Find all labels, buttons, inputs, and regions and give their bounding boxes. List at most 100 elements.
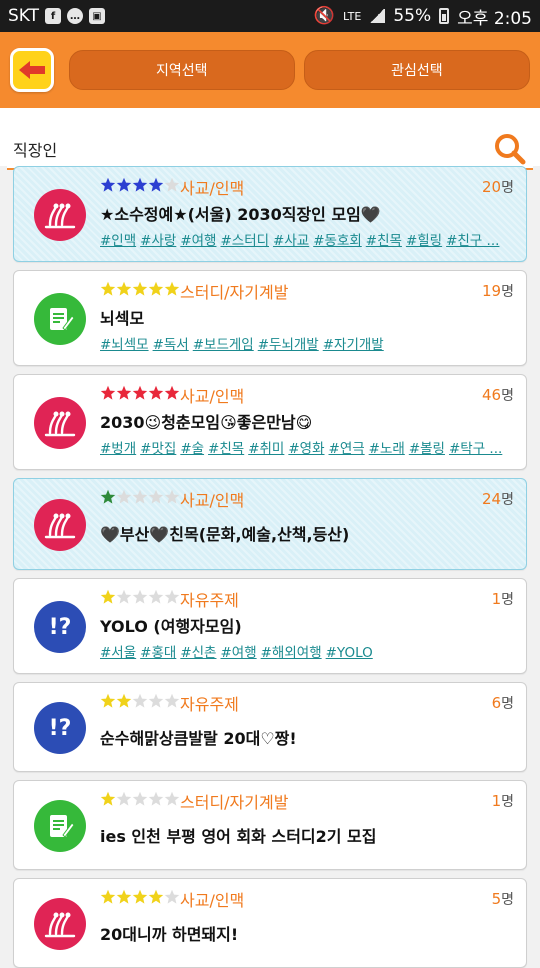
rating-stars <box>100 281 180 297</box>
rating-stars <box>100 489 180 505</box>
free-topic-icon: !? <box>34 601 86 653</box>
member-count-unit: 명 <box>501 492 514 508</box>
member-count: 1명 <box>492 589 514 609</box>
social-category-icon <box>34 499 86 551</box>
back-button[interactable] <box>10 48 54 92</box>
rating-stars <box>100 693 180 709</box>
category-label: 자유주제 <box>180 695 239 714</box>
group-title: YOLO (여행자모임) <box>100 617 242 636</box>
member-count-unit: 명 <box>501 892 514 908</box>
member-count-number: 46 <box>482 386 502 404</box>
group-card[interactable]: !? 자유주제 1명 YOLO (여행자모임) #서울 #홍대 #신촌 #여행 #해외여행 #YO… <box>13 578 527 674</box>
tag-link[interactable]: #친목 <box>208 441 244 457</box>
study-category-icon <box>34 800 86 852</box>
member-count-unit: 명 <box>501 284 514 300</box>
tag-link[interactable]: #사랑 <box>140 233 176 249</box>
tag-link[interactable]: #서울 <box>100 645 136 661</box>
tag-link[interactable]: #맛집 <box>140 441 176 457</box>
tag-link[interactable]: #벙개 <box>100 441 136 457</box>
category-label: 사교/인맥 <box>180 387 245 406</box>
category-label: 스터디/자기계발 <box>180 793 289 812</box>
social-category-icon <box>34 397 86 449</box>
study-category-icon <box>34 293 86 345</box>
battery-icon <box>439 8 450 24</box>
tag-link[interactable]: #해외여행 <box>261 645 322 661</box>
facebook-icon: f <box>45 8 62 24</box>
group-card[interactable]: 사교/인맥 5명 20대니까 하면돼지! <box>13 878 527 968</box>
tag-link[interactable]: #독서 <box>153 337 189 353</box>
member-count: 24명 <box>482 489 514 509</box>
tag-link[interactable]: #보드게임 <box>193 337 254 353</box>
tag-link[interactable]: #동호회 <box>313 233 362 249</box>
tag-link[interactable]: #자기개발 <box>323 337 384 353</box>
search-bar: 직장인 <box>7 130 533 170</box>
group-title: ★소수정예★(서울) 2030직장인 모임🖤 <box>100 205 381 224</box>
tag-link[interactable]: #신촌 <box>180 645 216 661</box>
arrow-left-icon <box>18 61 45 79</box>
tag-link[interactable]: #탁구 ... <box>449 441 502 457</box>
tag-link[interactable]: #두뇌개발 <box>258 337 319 353</box>
member-count-number: 5 <box>491 890 502 908</box>
member-count-unit: 명 <box>501 696 514 712</box>
tag-list: #벙개 #맛집 #술 #친목 #취미 #영화 #연극 #노래 #볼링 #탁구 ... <box>100 437 514 457</box>
free-topic-icon: !? <box>34 702 86 754</box>
member-count-unit: 명 <box>501 592 514 608</box>
tag-link[interactable]: #뇌섹모 <box>100 337 149 353</box>
image-icon: ▣ <box>89 8 106 24</box>
interest-select-button[interactable]: 관심선택 <box>303 50 530 90</box>
tag-link[interactable]: #취미 <box>248 441 284 457</box>
member-count: 19명 <box>482 281 514 301</box>
tag-link[interactable]: #친목 <box>366 233 402 249</box>
member-count: 6명 <box>492 693 514 713</box>
group-card[interactable]: 사교/인맥 46명 2030😉청춘모임😘좋은만남😋 #벙개 #맛집 #술 #친목 #취미 #영화… <box>13 374 527 470</box>
member-count-number: 24 <box>482 490 502 508</box>
group-card[interactable]: 사교/인맥 20명 ★소수정예★(서울) 2030직장인 모임🖤 #인맥 #사랑 #여행 #… <box>13 166 527 262</box>
category-label: 사교/인맥 <box>180 179 245 198</box>
social-category-icon <box>34 898 86 950</box>
group-title: 2030😉청춘모임😘좋은만남😋 <box>100 413 313 432</box>
tag-link[interactable]: #친구 ... <box>446 233 499 249</box>
tag-link[interactable]: #술 <box>180 441 204 457</box>
member-count: 46명 <box>482 385 514 405</box>
tag-link[interactable]: #스터디 <box>220 233 269 249</box>
tag-list: #인맥 #사랑 #여행 #스터디 #사교 #동호회 #친목 #힐링 #친구 ... <box>100 229 514 249</box>
tag-link[interactable]: #여행 <box>220 645 256 661</box>
search-icon[interactable] <box>493 132 527 166</box>
clock: 오후 2:05 <box>457 8 532 29</box>
member-count-number: 6 <box>491 694 502 712</box>
tag-link[interactable]: #사교 <box>273 233 309 249</box>
group-title: 뇌섹모 <box>100 309 145 328</box>
group-card[interactable]: 스터디/자기계발 19명 뇌섹모 #뇌섹모 #독서 #보드게임 #두뇌개발 #자기개발 <box>13 270 527 366</box>
tag-link[interactable]: #볼링 <box>409 441 445 457</box>
search-input[interactable]: 직장인 <box>13 137 57 161</box>
member-count-unit: 명 <box>501 180 514 196</box>
member-count-unit: 명 <box>501 794 514 810</box>
tag-list: #서울 #홍대 #신촌 #여행 #해외여행 #YOLO <box>100 641 514 661</box>
tag-link[interactable]: #영화 <box>288 441 324 457</box>
tag-link[interactable]: #YOLO <box>326 645 373 661</box>
member-count-number: 19 <box>482 282 502 300</box>
social-category-icon <box>34 189 86 241</box>
mute-icon: 🔇 <box>313 6 336 26</box>
tag-link[interactable]: #홍대 <box>140 645 176 661</box>
group-card[interactable]: !? 자유주제 6명 순수해맑상큼발랄 20대♡짱! <box>13 682 527 772</box>
group-card[interactable]: 스터디/자기계발 1명 ies 인천 부평 영어 회화 스터디2기 모집 <box>13 780 527 870</box>
status-bar: SKT f … ▣ 🔇 LTE 55% 오후 2:05 <box>0 0 540 32</box>
member-count-number: 20 <box>482 178 502 196</box>
tag-link[interactable]: #인맥 <box>100 233 136 249</box>
rating-stars <box>100 889 180 905</box>
battery-percent: 55% <box>393 6 432 26</box>
carrier-label: SKT <box>8 6 40 26</box>
rating-stars <box>100 385 180 401</box>
rating-stars <box>100 791 180 807</box>
tag-link[interactable]: #연극 <box>329 441 365 457</box>
member-count: 20명 <box>482 177 514 197</box>
member-count-unit: 명 <box>501 388 514 404</box>
tag-link[interactable]: #노래 <box>369 441 405 457</box>
group-card[interactable]: 사교/인맥 24명 🖤부산🖤친목(문화,예술,산책,등산) <box>13 478 527 570</box>
region-select-button[interactable]: 지역선택 <box>68 50 295 90</box>
tag-link[interactable]: #여행 <box>180 233 216 249</box>
group-title: 20대니까 하면돼지! <box>100 925 239 944</box>
tag-link[interactable]: #힐링 <box>406 233 442 249</box>
category-label: 사교/인맥 <box>180 891 245 910</box>
